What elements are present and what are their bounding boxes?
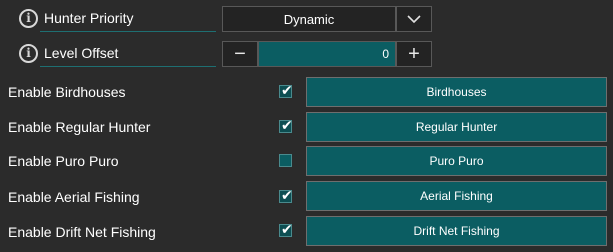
- enable-puro-puro-label: Enable Puro Puro: [8, 153, 119, 169]
- decrement-button[interactable]: −: [222, 41, 258, 67]
- check-icon: ✔: [281, 221, 293, 237]
- plus-icon: +: [408, 42, 420, 65]
- level-offset-underline: [40, 66, 216, 67]
- check-icon: ✔: [281, 117, 293, 133]
- level-offset-label: Level Offset: [44, 45, 119, 61]
- info-icon[interactable]: i: [19, 9, 38, 28]
- hunter-priority-label: Hunter Priority: [44, 10, 134, 26]
- enable-regular-hunter-label: Enable Regular Hunter: [8, 119, 151, 135]
- increment-button[interactable]: +: [396, 41, 432, 67]
- level-offset-input[interactable]: 0: [258, 41, 396, 67]
- puro-puro-button-label: Puro Puro: [429, 154, 484, 168]
- regular-hunter-button[interactable]: Regular Hunter: [306, 112, 607, 142]
- regular-hunter-button-label: Regular Hunter: [415, 120, 498, 134]
- drift-net-fishing-button[interactable]: Drift Net Fishing: [306, 216, 607, 246]
- aerial-fishing-button-label: Aerial Fishing: [420, 189, 493, 203]
- level-offset-value: 0: [382, 47, 389, 61]
- info-icon[interactable]: i: [19, 44, 38, 63]
- hunter-priority-underline: [40, 31, 216, 32]
- minus-icon: −: [234, 42, 246, 65]
- chevron-down-icon: [407, 14, 421, 23]
- hunter-priority-value: Dynamic: [283, 11, 335, 27]
- enable-aerial-fishing-checkbox[interactable]: ✔: [279, 187, 293, 203]
- enable-drift-net-fishing-checkbox[interactable]: ✔: [279, 221, 293, 237]
- aerial-fishing-button[interactable]: Aerial Fishing: [306, 181, 607, 211]
- check-icon: ✔: [281, 187, 293, 203]
- enable-puro-puro-checkbox[interactable]: [279, 154, 292, 167]
- enable-birdhouses-checkbox[interactable]: ✔: [279, 82, 293, 98]
- check-icon: ✔: [281, 82, 293, 98]
- enable-aerial-fishing-label: Enable Aerial Fishing: [8, 189, 140, 205]
- enable-regular-hunter-checkbox[interactable]: ✔: [279, 117, 293, 133]
- drift-net-fishing-button-label: Drift Net Fishing: [413, 224, 500, 238]
- puro-puro-button[interactable]: Puro Puro: [306, 146, 607, 176]
- enable-birdhouses-label: Enable Birdhouses: [8, 84, 126, 100]
- hunter-priority-dropdown-button[interactable]: [396, 6, 432, 32]
- enable-drift-net-fishing-label: Enable Drift Net Fishing: [8, 224, 156, 240]
- birdhouses-button-label: Birdhouses: [426, 85, 487, 99]
- hunter-priority-select[interactable]: Dynamic: [222, 6, 396, 32]
- birdhouses-button[interactable]: Birdhouses: [306, 77, 607, 107]
